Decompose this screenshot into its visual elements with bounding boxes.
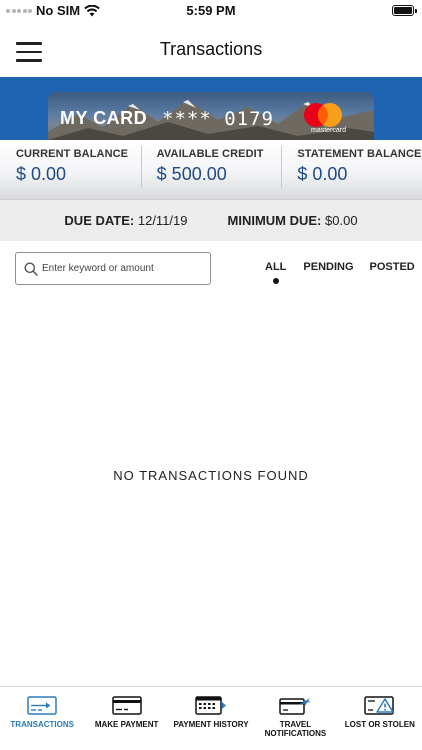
nav-payment-history[interactable]: PAYMENT HISTORY <box>169 687 253 750</box>
credit-card-image[interactable]: MY CARD **** 0179 mastercard <box>48 92 374 140</box>
filter-pending-label: PENDING <box>303 261 354 273</box>
card-mask: **** <box>162 108 212 130</box>
bottom-nav: TRANSACTIONS MAKE PAYMENT PAYMENT HISTOR… <box>0 686 422 750</box>
battery-icon <box>392 5 417 16</box>
app-header: Transactions <box>0 22 422 77</box>
nav-label: TRANSACTIONS <box>10 720 74 729</box>
available-credit: AVAILABLE CREDIT $ 500.00 <box>140 140 282 199</box>
filter-posted-tab[interactable]: POSTED <box>370 261 415 273</box>
nav-label: MAKE PAYMENT <box>94 720 159 729</box>
search-input[interactable] <box>42 263 202 274</box>
balance-label: STATEMENT BALANCE <box>297 148 422 160</box>
card-number: **** 0179 <box>162 108 274 130</box>
nav-label: LOST OR STOLEN <box>344 720 415 729</box>
filter-tabs: ALL PENDING POSTED <box>258 261 415 284</box>
card-network-label: mastercard <box>310 127 346 134</box>
empty-state-message: NO TRANSACTIONS FOUND <box>113 468 309 483</box>
search-box[interactable] <box>15 252 211 285</box>
statement-balance: STATEMENT BALANCE $ 0.00 <box>281 140 422 199</box>
minimum-due: MINIMUM DUE: $0.00 <box>228 213 358 228</box>
balances-panel: CURRENT BALANCE $ 0.00 AVAILABLE CREDIT … <box>0 140 422 200</box>
status-bar: No SIM 5:59 PM <box>0 0 422 22</box>
filter-all-tab[interactable]: ALL <box>265 261 287 284</box>
balance-label: CURRENT BALANCE <box>16 148 129 160</box>
minimum-due-label: MINIMUM DUE: <box>227 213 322 228</box>
due-date: DUE DATE: 12/11/19 <box>64 213 187 228</box>
nav-travel-notifications[interactable]: TRAVEL NOTIFICATIONS <box>253 687 337 750</box>
card-banner: MY CARD **** 0179 mastercard <box>0 77 422 140</box>
nav-label: TRAVEL NOTIFICATIONS <box>264 720 327 738</box>
due-date-label: DUE DATE: <box>64 213 135 228</box>
due-date-value: 12/11/19 <box>137 213 188 228</box>
airplane-card-icon <box>279 698 312 715</box>
calendar-history-icon <box>195 696 227 715</box>
nav-lost-or-stolen[interactable]: LOST OR STOLEN <box>338 687 422 750</box>
filter-pending-tab[interactable]: PENDING <box>303 261 353 273</box>
page-title: Transactions <box>159 39 263 59</box>
card-last4: 0179 <box>224 108 274 130</box>
nav-transactions[interactable]: TRANSACTIONS <box>0 687 84 750</box>
status-time: 5:59 PM <box>186 3 236 18</box>
card-payment-icon <box>111 696 142 715</box>
transactions-icon <box>27 696 57 715</box>
nav-label: PAYMENT HISTORY <box>173 720 249 729</box>
balance-value: $ 500.00 <box>156 164 227 184</box>
balance-value: $ 0.00 <box>297 164 348 184</box>
due-date-row: DUE DATE: 12/11/19 MINIMUM DUE: $0.00 <box>0 200 422 241</box>
warning-card-icon <box>364 696 394 715</box>
search-icon <box>24 262 38 276</box>
nav-make-payment[interactable]: MAKE PAYMENT <box>84 687 168 750</box>
balance-label: AVAILABLE CREDIT <box>156 148 264 160</box>
balance-value: $ 0.00 <box>16 164 67 184</box>
active-indicator <box>272 278 279 284</box>
filter-all-label: ALL <box>265 261 287 273</box>
card-name: MY CARD <box>60 108 148 128</box>
filter-posted-label: POSTED <box>369 261 415 273</box>
minimum-due-value: $0.00 <box>325 213 358 228</box>
current-balance: CURRENT BALANCE $ 0.00 <box>0 140 141 199</box>
